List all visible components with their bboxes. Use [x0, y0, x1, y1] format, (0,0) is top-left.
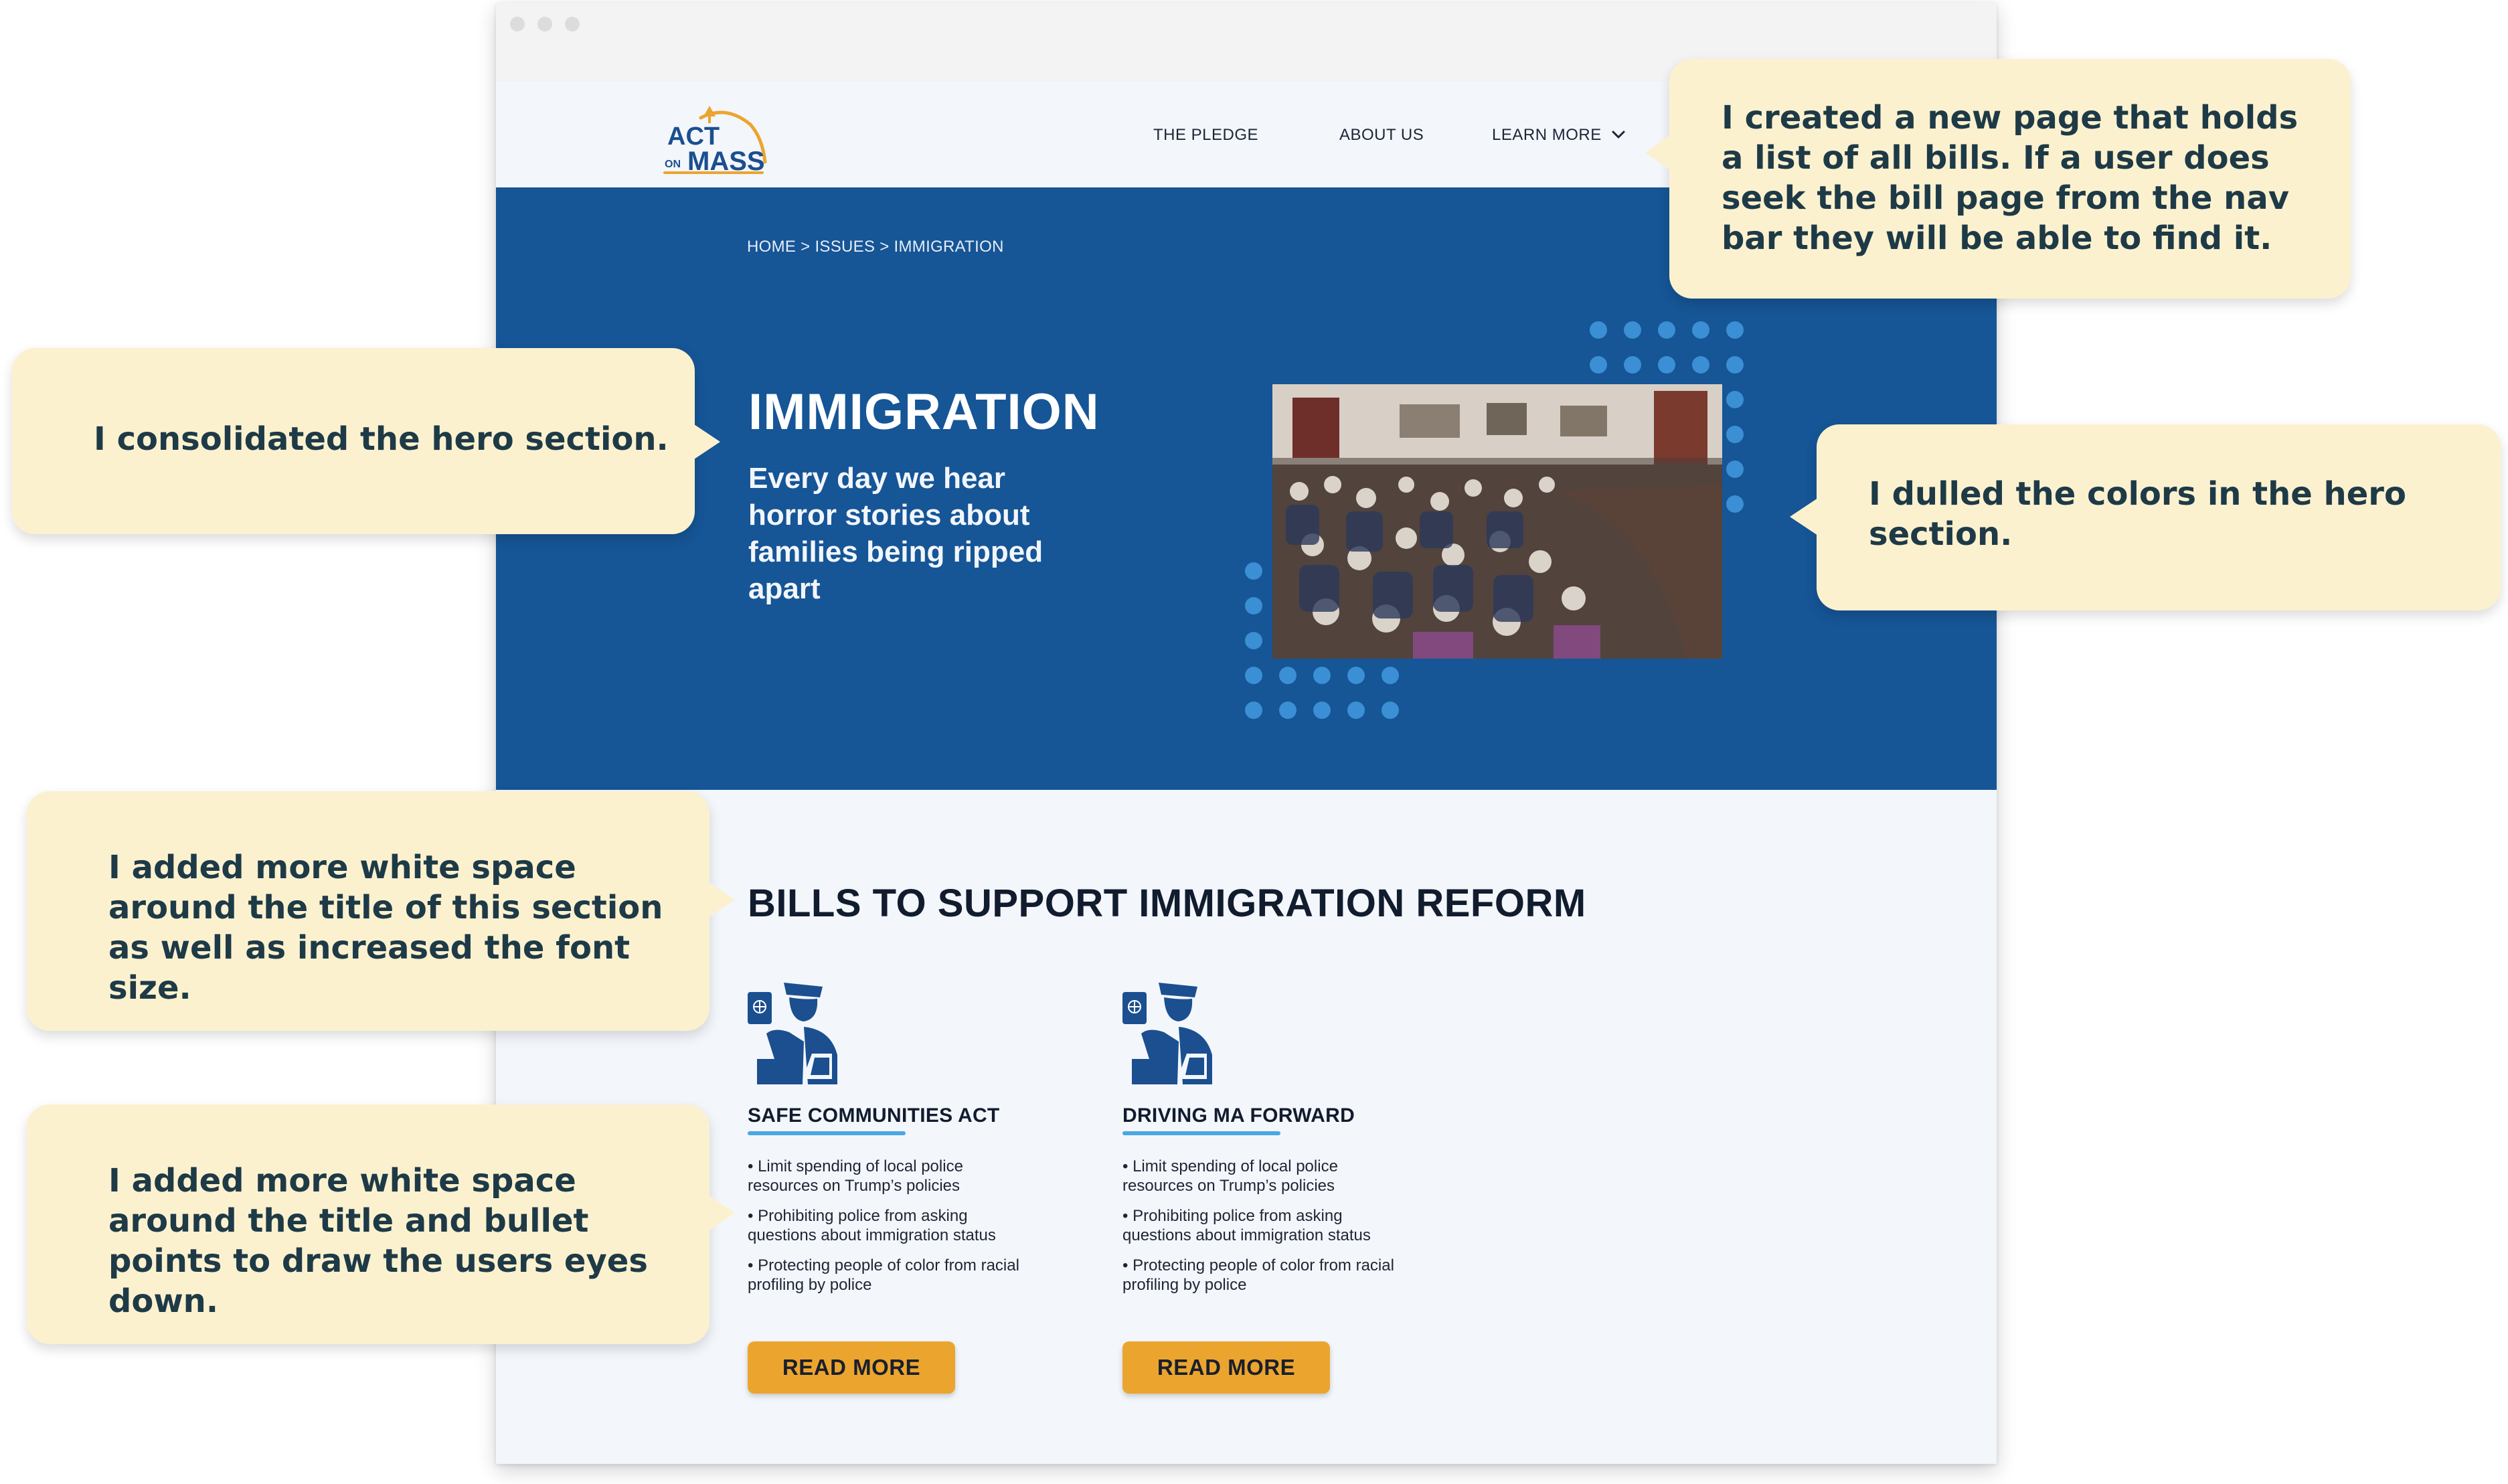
hero-photo	[1272, 384, 1722, 659]
window-control-dot[interactable]	[565, 17, 580, 31]
callout-text: I added more white space around the titl…	[108, 1162, 648, 1320]
bill-card: DRIVING MA FORWARD • Limit spending of l…	[1122, 980, 1430, 1402]
callout-text: I dulled the colors in the hero section.	[1869, 475, 2406, 553]
screenshot-root: { "logo": {"line1": "ACT", "line2_prefix…	[0, 0, 2508, 1484]
callout-text: I added more white space around the titl…	[108, 849, 663, 1007]
callout-pointer	[1790, 498, 1818, 535]
callout-hero-consolidated: I consolidated the hero section.	[12, 348, 720, 534]
breadcrumb: HOME > ISSUES > IMMIGRATION	[747, 238, 1004, 256]
callout-bullet-whitespace: I added more white space around the titl…	[27, 1104, 735, 1344]
callout-title-whitespace: I added more white space around the titl…	[27, 791, 735, 1031]
page-title: IMMIGRATION	[748, 384, 1100, 440]
bullet-item: • Prohibiting police from asking questio…	[748, 1207, 996, 1244]
bill-card: SAFE COMMUNITIES ACT • Limit spending of…	[748, 980, 1056, 1402]
chevron-down-icon[interactable]	[1610, 126, 1627, 143]
title-underline	[1122, 1131, 1280, 1135]
callout-text: I consolidated the hero section.	[94, 420, 669, 458]
bill-bullet-list: • Limit spending of local police resourc…	[1122, 1157, 1404, 1305]
nav-item-learn-more[interactable]: LEARN MORE	[1492, 126, 1602, 145]
svg-text:ON: ON	[665, 159, 681, 170]
window-control-dot[interactable]	[537, 17, 552, 31]
callout-pointer	[1645, 134, 1672, 171]
bill-card-title: DRIVING MA FORWARD	[1122, 1104, 1355, 1127]
bullet-item: • Protecting people of color from racial…	[1122, 1256, 1394, 1294]
bills-section-title: BILLS TO SUPPORT IMMIGRATION REFORM	[748, 882, 1586, 925]
title-underline	[748, 1131, 906, 1135]
bullet-item: • Prohibiting police from asking questio…	[1122, 1207, 1371, 1244]
callout-text: I created a new page that holds a list o…	[1722, 99, 2298, 257]
bill-bullet-list: • Limit spending of local police resourc…	[748, 1157, 1029, 1305]
nav-item-the-pledge[interactable]: THE PLEDGE	[1153, 126, 1258, 145]
read-more-button[interactable]: READ MORE	[1122, 1341, 1330, 1394]
callout-pointer	[707, 881, 735, 918]
callout-pointer	[692, 423, 720, 461]
bullet-item: • Protecting people of color from racial…	[748, 1256, 1019, 1294]
bullet-item: • Limit spending of local police resourc…	[1122, 1157, 1338, 1195]
bill-card-title: SAFE COMMUNITIES ACT	[748, 1104, 1000, 1127]
callout-new-page: I created a new page that holds a list o…	[1645, 59, 2351, 299]
nav-item-about-us[interactable]: ABOUT US	[1339, 126, 1424, 145]
hero-subtitle: Every day we hear horror stories about f…	[748, 462, 1043, 605]
read-more-button[interactable]: READ MORE	[748, 1341, 955, 1394]
bullet-item: • Limit spending of local police resourc…	[748, 1157, 963, 1195]
act-on-mass-logo[interactable]: ACT ON MASS	[662, 98, 769, 178]
callout-pointer	[707, 1194, 735, 1232]
customs-officer-passport-icon	[748, 983, 837, 1084]
callout-dulled-colors: I dulled the colors in the hero section.	[1790, 424, 2501, 610]
window-control-dot[interactable]	[510, 17, 525, 31]
customs-officer-passport-icon	[1122, 983, 1212, 1084]
